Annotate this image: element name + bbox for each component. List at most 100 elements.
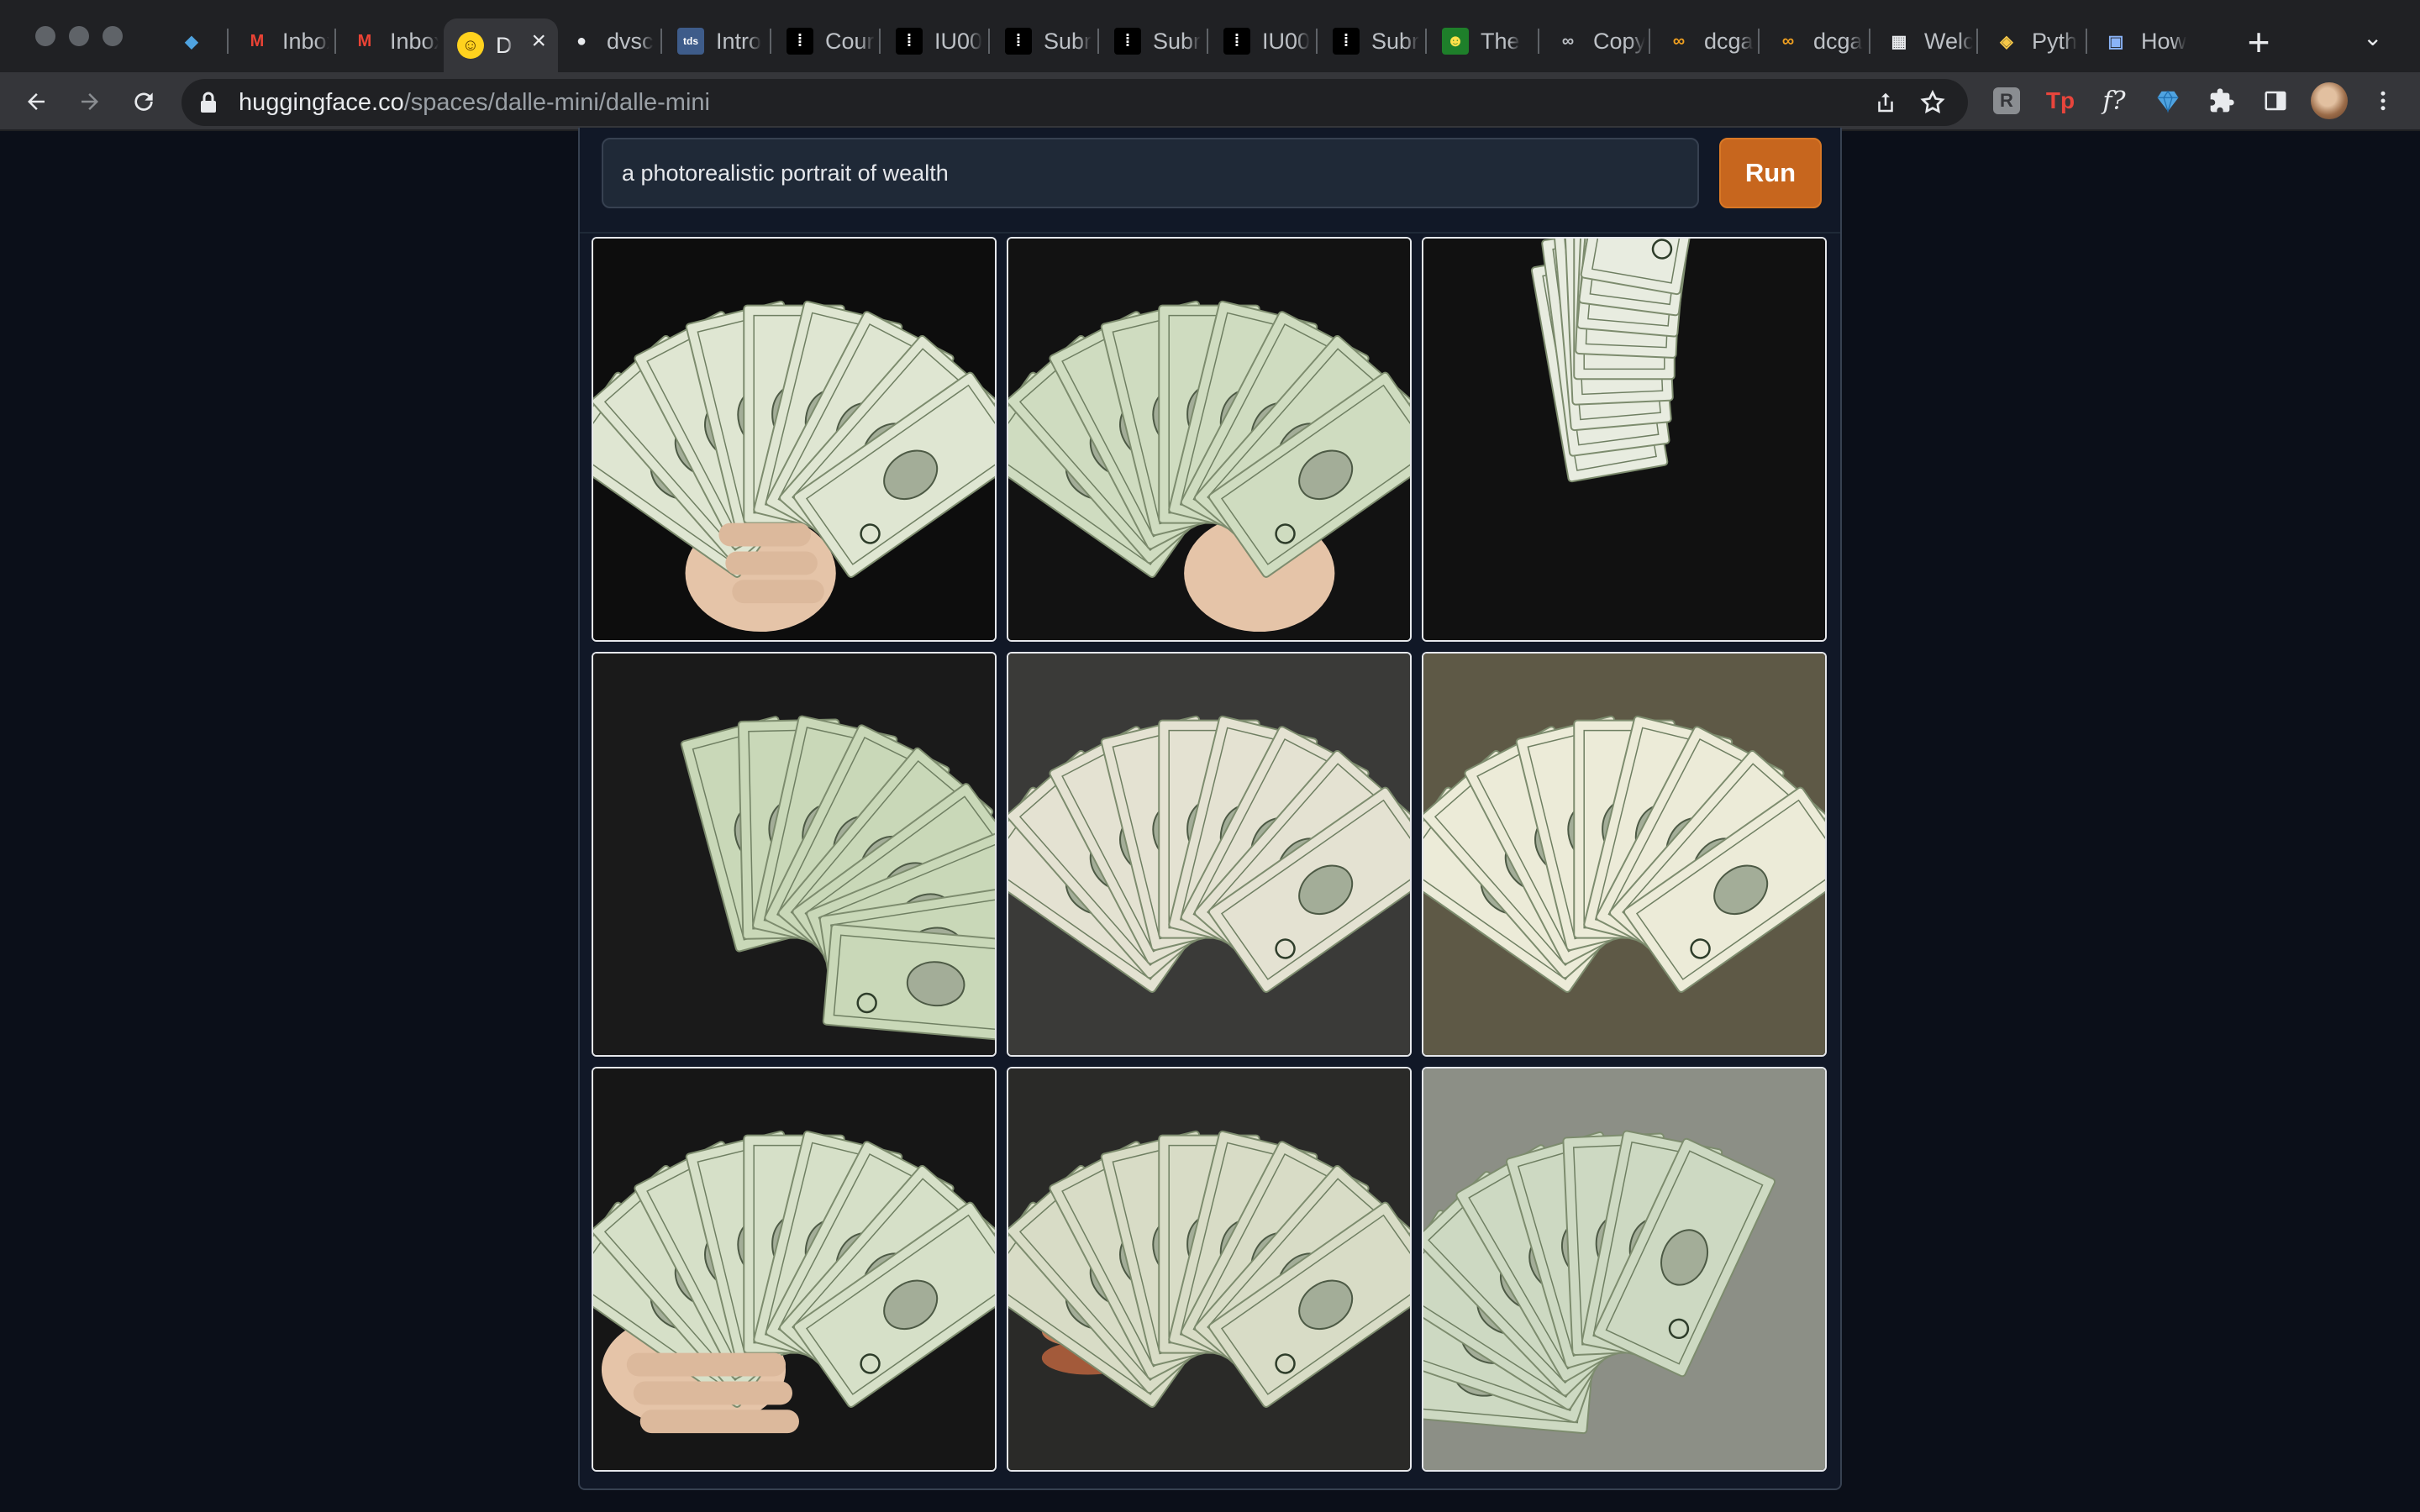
address-bar[interactable]: huggingface.co/spaces/dalle-mini/dalle-m…: [182, 79, 1968, 126]
tab-title: dcga: [1704, 28, 1754, 54]
tab-title: D: [496, 32, 513, 58]
tab-separator: [227, 29, 229, 54]
browser-tab[interactable]: ⁞ Cour: [773, 18, 876, 64]
new-tab-button[interactable]: +: [2235, 18, 2282, 66]
extensions-puzzle-icon[interactable]: [2205, 84, 2238, 118]
browser-tab[interactable]: ⁞ Subr: [1101, 18, 1203, 64]
share-icon[interactable]: [1870, 87, 1901, 118]
browser-tab[interactable]: ⁞ IU00: [1210, 18, 1313, 64]
url-path: /spaces/dalle-mini/dalle-mini: [403, 89, 710, 116]
arrow-left-icon: [28, 93, 45, 110]
smiley-icon: ☻: [1442, 28, 1469, 55]
github-icon: ●: [576, 31, 587, 50]
browser-tab[interactable]: M Inbox: [338, 18, 439, 64]
infinity-icon: ∞: [1781, 31, 1795, 50]
profile-avatar[interactable]: [2311, 82, 2348, 119]
browser-tab[interactable]: ⁞ Subr: [992, 18, 1094, 64]
browser-tab[interactable]: ▣ How: [2089, 18, 2191, 64]
browser-tab[interactable]: M Inbox: [230, 18, 329, 64]
forward-button[interactable]: [69, 81, 111, 123]
medium-dots-icon: ⁞: [1333, 28, 1360, 55]
medium-dots-icon: ⁞: [896, 28, 923, 55]
tab-separator: [1869, 29, 1870, 54]
python-icon: ◈: [2000, 32, 2013, 51]
generated-image[interactable]: [1422, 1067, 1827, 1472]
tab-separator: [2086, 29, 2087, 54]
gmail-icon: M: [250, 31, 265, 50]
infinity-icon: ∞: [1561, 31, 1575, 50]
side-panel-icon[interactable]: [2259, 84, 2292, 118]
tab-separator: [1316, 29, 1318, 54]
tab-separator: [770, 29, 771, 54]
medium-dots-icon: ⁞: [1005, 28, 1032, 55]
tab-separator: [334, 29, 336, 54]
extension-function-icon[interactable]: f?: [2097, 84, 2131, 118]
browser-tab[interactable]: ∞ Copy: [1541, 18, 1645, 64]
browser-tab[interactable]: ● dvsc: [555, 18, 657, 64]
generated-image[interactable]: [592, 237, 997, 642]
url-text: huggingface.co/spaces/dalle-mini/dalle-m…: [239, 89, 710, 117]
generated-image[interactable]: [1007, 237, 1412, 642]
tab-separator: [1976, 29, 1978, 54]
gem-icon: ◆: [185, 32, 198, 51]
browser-tab[interactable]: ◈ Pyth: [1980, 18, 2082, 64]
tab-title: IU00: [1262, 28, 1311, 54]
tds-icon: tds: [677, 28, 704, 55]
generated-image[interactable]: [1007, 1067, 1412, 1472]
generated-image[interactable]: [1007, 652, 1412, 1057]
reload-button[interactable]: [123, 81, 165, 123]
generated-image[interactable]: [1422, 237, 1827, 642]
tab-separator: [1538, 29, 1539, 54]
tab-title: How: [2141, 28, 2187, 54]
tab-separator: [1097, 29, 1099, 54]
close-tab-icon[interactable]: ×: [531, 27, 546, 55]
run-button[interactable]: Run: [1719, 138, 1822, 208]
minimize-window-button[interactable]: [69, 26, 89, 46]
bookmark-star-icon[interactable]: [1918, 87, 1948, 118]
extension-tp-icon[interactable]: Tp: [2044, 84, 2077, 118]
image-icon: ▣: [2107, 32, 2124, 51]
browser-tab[interactable]: ☻ The: [1428, 18, 1533, 64]
browser-tab[interactable]: ∞ dcga: [1652, 18, 1754, 64]
qr-icon: ▦: [1891, 32, 1907, 51]
prompt-input[interactable]: a photorealistic portrait of wealth: [602, 138, 1699, 208]
tab-separator: [879, 29, 881, 54]
back-button[interactable]: [15, 81, 57, 123]
generated-image[interactable]: [592, 652, 997, 1057]
browser-tab[interactable]: ⁞ IU00: [882, 18, 985, 64]
browser-tab[interactable]: ◆: [165, 18, 224, 64]
tab-separator: [1649, 29, 1650, 54]
tab-separator: [1758, 29, 1760, 54]
extension-readwise-icon[interactable]: R: [1990, 84, 2023, 118]
maximize-window-button[interactable]: [103, 26, 123, 46]
tab-strip: ◆MInboxMInbox☺D×●dvsctdsIntro⁞Cour⁞IU00⁞…: [0, 0, 2420, 72]
medium-dots-icon: ⁞: [786, 28, 813, 55]
tab-title: Inbox: [390, 28, 439, 54]
infinity-icon: ∞: [1672, 31, 1686, 50]
tab-search-button[interactable]: ⌄: [2363, 24, 2382, 51]
tab-title: IU00: [934, 28, 983, 54]
medium-dots-icon: ⁞: [1223, 28, 1250, 55]
tab-title: Subr: [1044, 28, 1092, 54]
prompt-text: a photorealistic portrait of wealth: [622, 160, 949, 186]
browser-tab[interactable]: ∞ dcga: [1761, 18, 1864, 64]
tab-title: Intro: [716, 28, 762, 54]
tab-title: Pyth: [2032, 28, 2078, 54]
huggingface-icon: ☺: [457, 32, 484, 59]
tab-title: Copy: [1593, 28, 1645, 54]
generated-image[interactable]: [1422, 652, 1827, 1057]
dalle-app-panel: a photorealistic portrait of wealth Run: [578, 128, 1842, 1490]
tab-separator: [1207, 29, 1208, 54]
browser-tab[interactable]: ⁞ Subr: [1319, 18, 1422, 64]
browser-menu-icon[interactable]: [2366, 84, 2400, 118]
extension-gem-icon[interactable]: [2151, 84, 2185, 118]
reload-icon: [134, 92, 153, 111]
browser-tab[interactable]: ☺ D ×: [444, 18, 558, 72]
close-window-button[interactable]: [35, 26, 55, 46]
tab-title: Welc: [1924, 28, 1973, 54]
browser-tab[interactable]: tds Intro: [664, 18, 766, 64]
generated-image[interactable]: [592, 1067, 997, 1472]
browser-tab[interactable]: ▦ Welc: [1872, 18, 1973, 64]
tab-title: dvsc: [607, 28, 654, 54]
tab-separator: [988, 29, 990, 54]
